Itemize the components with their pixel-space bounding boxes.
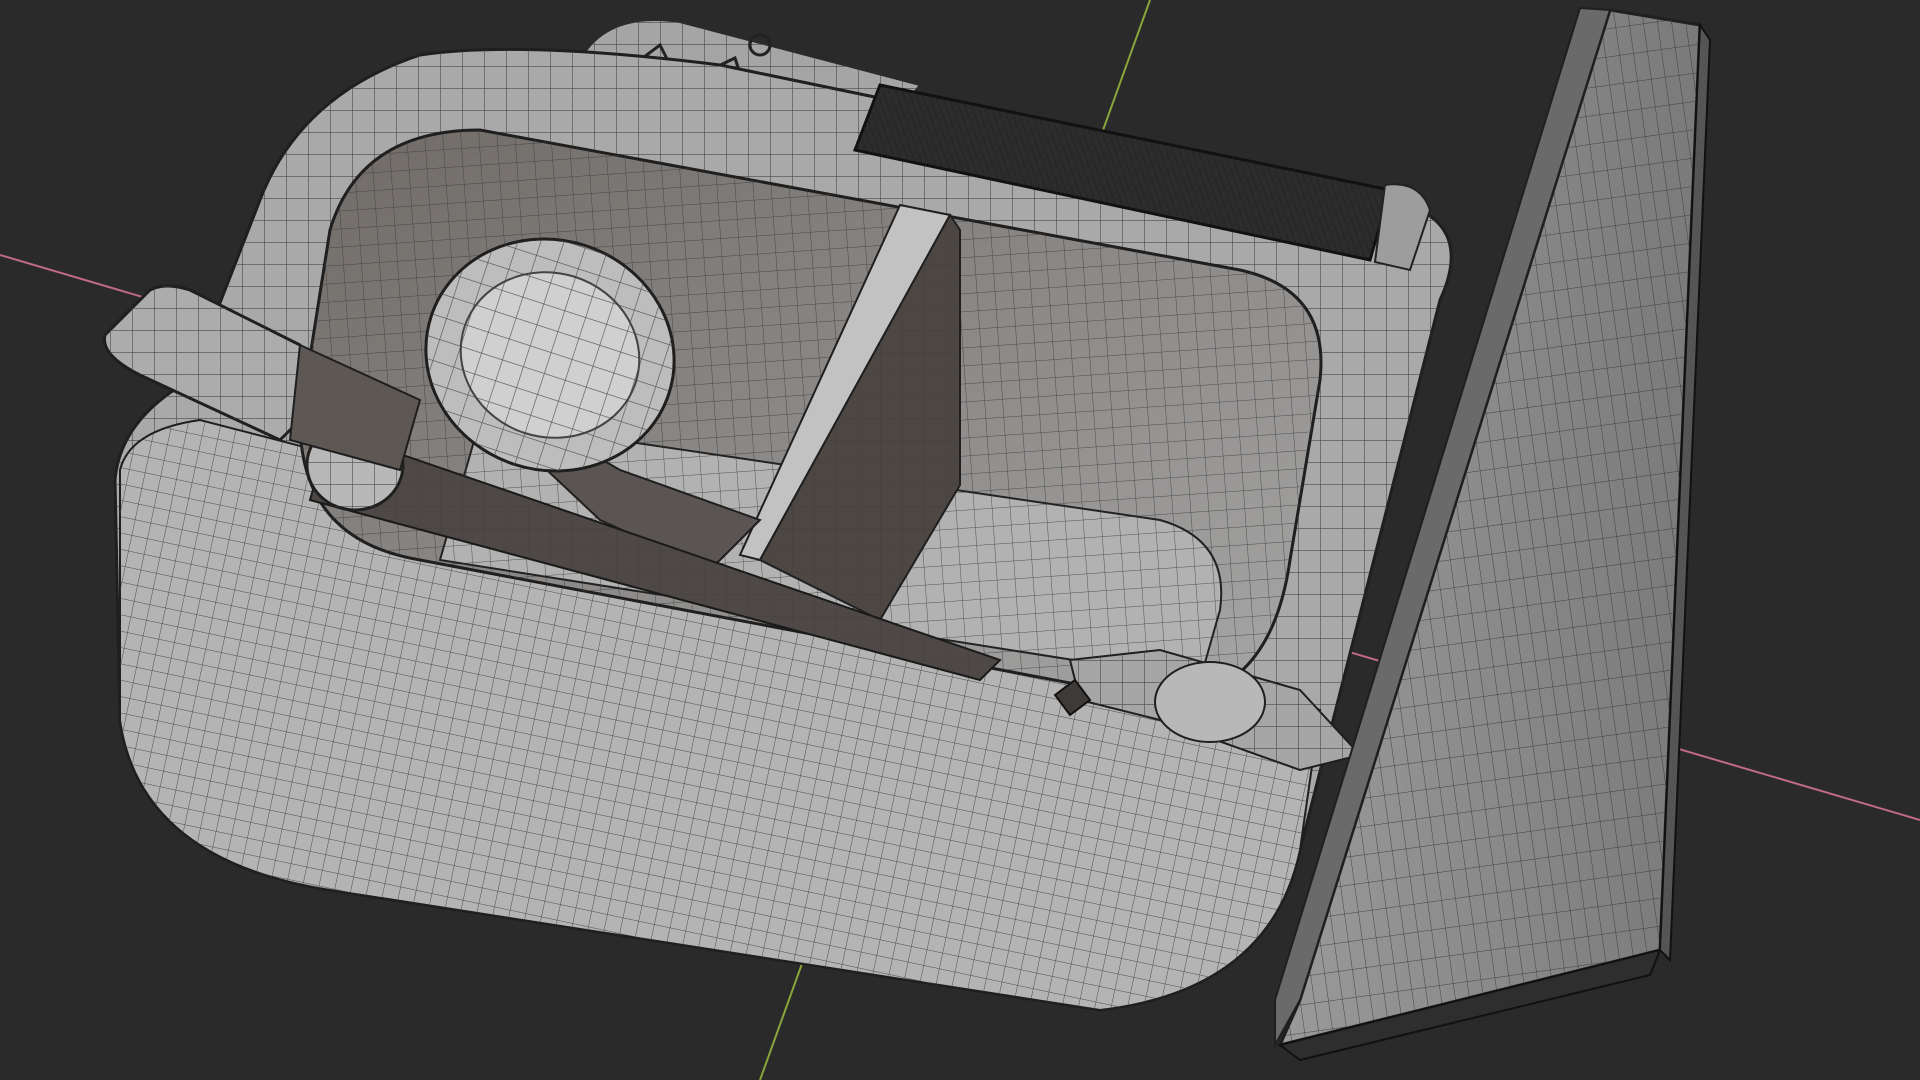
3d-viewport[interactable]: [0, 0, 1920, 1080]
viewport-canvas[interactable]: [0, 0, 1920, 1080]
